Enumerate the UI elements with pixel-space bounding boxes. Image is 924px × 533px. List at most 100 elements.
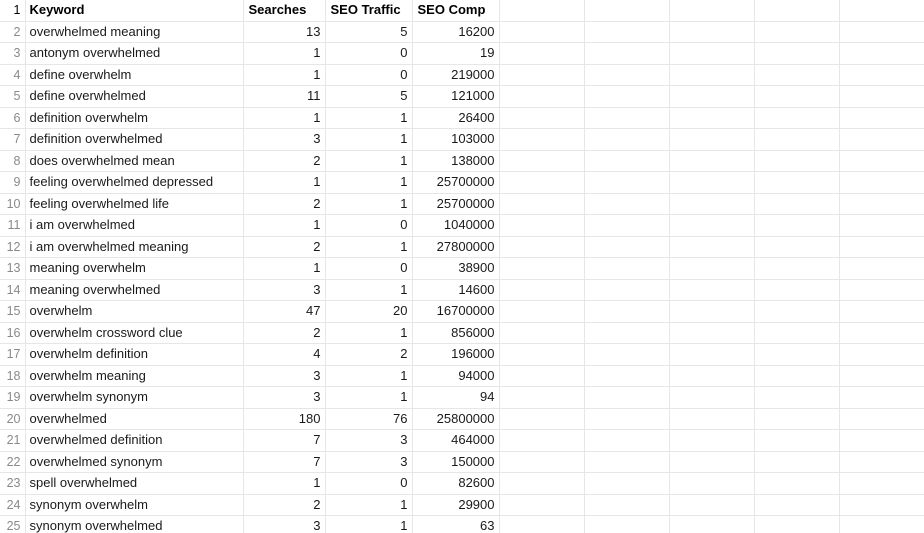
cell-keyword[interactable]: meaning overwhelm — [25, 257, 244, 280]
empty-cell[interactable] — [584, 21, 670, 43]
empty-cell[interactable] — [839, 472, 924, 495]
empty-cell[interactable] — [754, 171, 840, 194]
empty-cell[interactable] — [839, 515, 924, 533]
empty-cell[interactable] — [754, 365, 840, 387]
row-number[interactable]: 19 — [0, 386, 26, 409]
empty-cell[interactable] — [499, 300, 585, 323]
empty-cell[interactable] — [839, 494, 924, 516]
cell-comp[interactable]: 94000 — [412, 365, 500, 387]
empty-cell[interactable] — [669, 451, 755, 473]
empty-cell[interactable] — [669, 85, 755, 108]
empty-cell[interactable] — [499, 408, 585, 430]
column-header-searches[interactable]: Searches — [243, 0, 326, 22]
cell-searches[interactable]: 7 — [243, 451, 326, 473]
empty-cell[interactable] — [754, 494, 840, 516]
empty-cell[interactable] — [669, 150, 755, 172]
cell-comp[interactable]: 16200 — [412, 21, 500, 43]
cell-traffic[interactable]: 1 — [325, 128, 413, 151]
cell-keyword[interactable]: meaning overwhelmed — [25, 279, 244, 301]
row-number[interactable]: 17 — [0, 343, 26, 366]
row-number[interactable]: 14 — [0, 279, 26, 301]
empty-cell[interactable] — [839, 214, 924, 237]
row-number[interactable]: 23 — [0, 472, 26, 495]
cell-searches[interactable]: 4 — [243, 343, 326, 366]
empty-header-cell[interactable] — [839, 0, 924, 22]
empty-cell[interactable] — [499, 515, 585, 533]
row-number[interactable]: 2 — [0, 21, 26, 43]
empty-cell[interactable] — [839, 128, 924, 151]
empty-cell[interactable] — [499, 472, 585, 495]
cell-comp[interactable]: 856000 — [412, 322, 500, 344]
empty-cell[interactable] — [499, 429, 585, 452]
empty-cell[interactable] — [499, 257, 585, 280]
empty-cell[interactable] — [754, 150, 840, 172]
cell-traffic[interactable]: 1 — [325, 193, 413, 215]
empty-cell[interactable] — [754, 21, 840, 43]
empty-cell[interactable] — [669, 107, 755, 129]
empty-cell[interactable] — [839, 150, 924, 172]
cell-searches[interactable]: 3 — [243, 386, 326, 409]
empty-cell[interactable] — [584, 64, 670, 86]
empty-cell[interactable] — [754, 472, 840, 495]
empty-cell[interactable] — [669, 300, 755, 323]
empty-cell[interactable] — [839, 279, 924, 301]
cell-keyword[interactable]: overwhelm synonym — [25, 386, 244, 409]
empty-cell[interactable] — [839, 42, 924, 65]
cell-keyword[interactable]: overwhelmed synonym — [25, 451, 244, 473]
empty-cell[interactable] — [584, 257, 670, 280]
empty-cell[interactable] — [669, 322, 755, 344]
cell-comp[interactable]: 1040000 — [412, 214, 500, 237]
cell-searches[interactable]: 1 — [243, 257, 326, 280]
cell-searches[interactable]: 2 — [243, 193, 326, 215]
empty-cell[interactable] — [499, 386, 585, 409]
row-number[interactable]: 18 — [0, 365, 26, 387]
empty-cell[interactable] — [584, 128, 670, 151]
empty-cell[interactable] — [584, 515, 670, 533]
empty-cell[interactable] — [839, 257, 924, 280]
empty-cell[interactable] — [499, 451, 585, 473]
cell-traffic[interactable]: 1 — [325, 515, 413, 533]
cell-keyword[interactable]: overwhelm definition — [25, 343, 244, 366]
cell-comp[interactable]: 138000 — [412, 150, 500, 172]
empty-cell[interactable] — [499, 365, 585, 387]
empty-cell[interactable] — [584, 214, 670, 237]
empty-cell[interactable] — [669, 515, 755, 533]
cell-traffic[interactable]: 1 — [325, 236, 413, 258]
cell-traffic[interactable]: 1 — [325, 107, 413, 129]
empty-cell[interactable] — [499, 343, 585, 366]
empty-cell[interactable] — [584, 408, 670, 430]
cell-searches[interactable]: 7 — [243, 429, 326, 452]
cell-searches[interactable]: 1 — [243, 107, 326, 129]
cell-traffic[interactable]: 0 — [325, 257, 413, 280]
empty-cell[interactable] — [754, 408, 840, 430]
empty-cell[interactable] — [584, 85, 670, 108]
empty-cell[interactable] — [839, 64, 924, 86]
cell-searches[interactable]: 180 — [243, 408, 326, 430]
cell-traffic[interactable]: 5 — [325, 85, 413, 108]
cell-searches[interactable]: 2 — [243, 150, 326, 172]
empty-cell[interactable] — [584, 107, 670, 129]
empty-cell[interactable] — [584, 386, 670, 409]
empty-cell[interactable] — [499, 85, 585, 108]
cell-keyword[interactable]: overwhelm crossword clue — [25, 322, 244, 344]
empty-cell[interactable] — [499, 128, 585, 151]
empty-cell[interactable] — [499, 236, 585, 258]
cell-comp[interactable]: 26400 — [412, 107, 500, 129]
empty-cell[interactable] — [754, 429, 840, 452]
cell-keyword[interactable]: definition overwhelmed — [25, 128, 244, 151]
empty-cell[interactable] — [669, 343, 755, 366]
row-number[interactable]: 6 — [0, 107, 26, 129]
row-number[interactable]: 4 — [0, 64, 26, 86]
empty-cell[interactable] — [839, 365, 924, 387]
empty-cell[interactable] — [754, 42, 840, 65]
empty-cell[interactable] — [839, 193, 924, 215]
cell-comp[interactable]: 219000 — [412, 64, 500, 86]
cell-traffic[interactable]: 1 — [325, 494, 413, 516]
empty-cell[interactable] — [669, 21, 755, 43]
cell-keyword[interactable]: synonym overwhelmed — [25, 515, 244, 533]
cell-keyword[interactable]: overwhelmed meaning — [25, 21, 244, 43]
empty-cell[interactable] — [584, 494, 670, 516]
row-number[interactable]: 16 — [0, 322, 26, 344]
cell-keyword[interactable]: overwhelmed — [25, 408, 244, 430]
cell-traffic[interactable]: 1 — [325, 386, 413, 409]
